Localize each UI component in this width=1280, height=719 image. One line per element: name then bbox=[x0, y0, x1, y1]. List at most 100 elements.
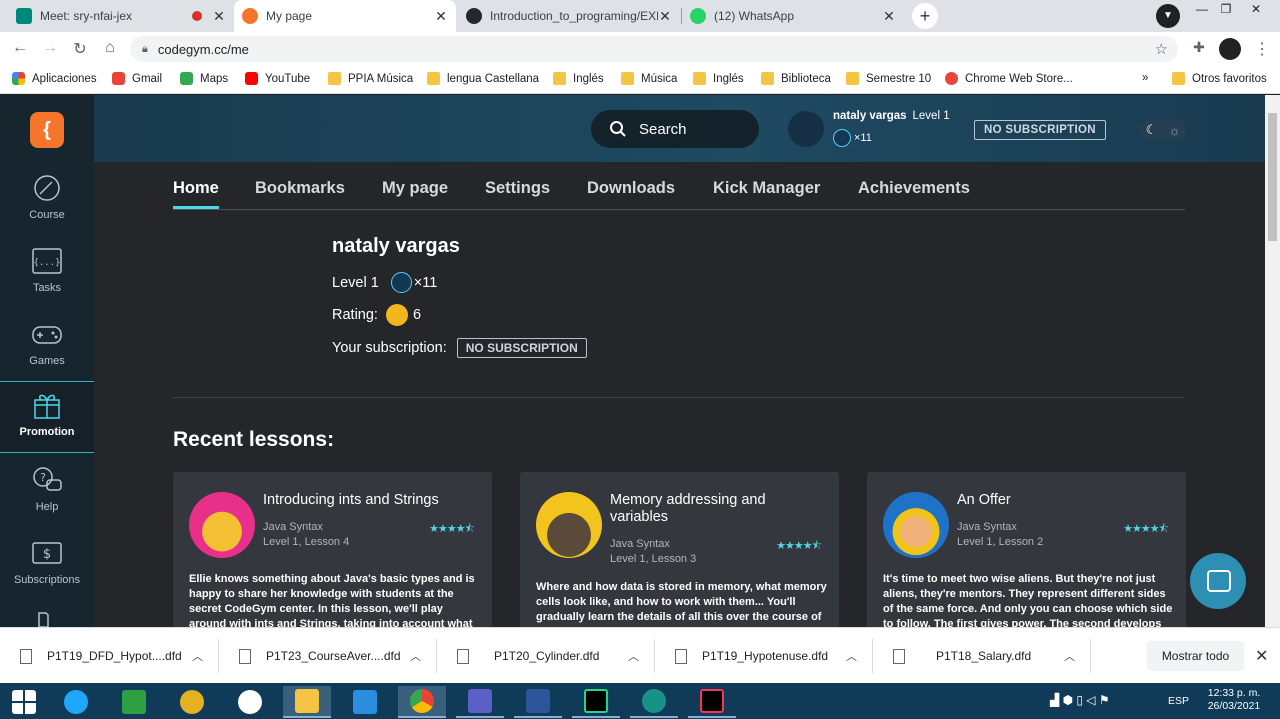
tab-bookmarks[interactable]: Bookmarks bbox=[255, 179, 345, 198]
page-scrollbar[interactable] bbox=[1265, 95, 1280, 627]
rating-value: 6 bbox=[412, 307, 422, 323]
bookmark-youtube[interactable]: YouTube bbox=[245, 72, 310, 85]
windows-start-icon[interactable] bbox=[0, 686, 48, 718]
restore-icon[interactable]: ❐ bbox=[1212, 0, 1240, 20]
sidebar-item-promotion[interactable]: Promotion bbox=[0, 381, 94, 453]
gitkraken-icon[interactable] bbox=[630, 686, 678, 718]
show-all-downloads-button[interactable]: Mostrar todo bbox=[1147, 641, 1244, 671]
tab-downloads[interactable]: Downloads bbox=[587, 179, 675, 198]
lesson-card[interactable]: Introducing ints and Strings Java Syntax… bbox=[173, 472, 492, 627]
bookmark-folder[interactable]: Biblioteca bbox=[761, 72, 831, 85]
chat-button[interactable] bbox=[1190, 553, 1246, 609]
download-item[interactable]: P1T23_CourseAver....dfd ︿ bbox=[219, 639, 437, 673]
bookmark-chrome-web-store[interactable]: Chrome Web Store... bbox=[945, 72, 1073, 85]
more-bookmarks-button[interactable]: » bbox=[1142, 72, 1148, 84]
lesson-title[interactable]: Introducing ints and Strings bbox=[263, 492, 475, 509]
teams-icon[interactable] bbox=[456, 686, 504, 718]
theme-toggle[interactable]: ☾ ☼ bbox=[1140, 119, 1186, 141]
chevron-up-icon[interactable]: ︿ bbox=[628, 648, 639, 664]
rocket-app-icon[interactable] bbox=[341, 686, 389, 718]
lesson-card[interactable]: An Offer Java Syntax ★★★★⯪ Level 1, Less… bbox=[867, 472, 1186, 627]
home-icon[interactable]: ⌂ bbox=[100, 39, 120, 57]
internet-explorer-icon[interactable] bbox=[52, 686, 100, 718]
tab-my-page[interactable]: My page bbox=[382, 179, 448, 198]
scrollbar-thumb[interactable] bbox=[1268, 113, 1277, 241]
close-tab-icon[interactable]: ✕ bbox=[658, 8, 672, 25]
download-item[interactable]: P1T19_Hypotenuse.dfd ︿ bbox=[655, 639, 873, 673]
subscription-badge[interactable]: NO SUBSCRIPTION bbox=[974, 120, 1106, 140]
chrome-icon[interactable] bbox=[398, 686, 446, 718]
intellij-run-icon[interactable] bbox=[572, 686, 620, 718]
header-user-name[interactable]: nataly vargas Level 1 bbox=[833, 110, 950, 122]
bookmark-folder[interactable]: PPIA Música bbox=[328, 72, 413, 85]
forward-icon[interactable]: → bbox=[40, 39, 60, 57]
chevron-up-icon[interactable]: ︿ bbox=[1064, 648, 1075, 664]
close-window-icon[interactable]: ✕ bbox=[1242, 0, 1270, 20]
store-icon[interactable] bbox=[110, 686, 158, 718]
intellij-icon[interactable] bbox=[688, 686, 736, 718]
hp-icon[interactable] bbox=[226, 686, 274, 718]
tab-kick-manager[interactable]: Kick Manager bbox=[713, 179, 820, 198]
word-icon[interactable] bbox=[514, 686, 562, 718]
close-tab-icon[interactable]: ✕ bbox=[434, 8, 448, 25]
bookmark-other[interactable]: Otros favoritos bbox=[1172, 72, 1267, 85]
lesson-title[interactable]: Memory addressing and variables bbox=[610, 492, 822, 526]
omnibox[interactable]: 🔒︎ codegym.cc/me ☆ bbox=[130, 36, 1178, 62]
tab-whatsapp[interactable]: (12) WhatsApp ✕ bbox=[682, 0, 904, 32]
tab-settings[interactable]: Settings bbox=[485, 179, 550, 198]
bookmark-folder[interactable]: Música bbox=[621, 72, 677, 85]
tab-my-page[interactable]: My page ✕ bbox=[234, 0, 456, 32]
level-icon bbox=[833, 129, 851, 147]
bookmark-folder[interactable]: Inglés bbox=[693, 72, 744, 85]
close-tab-icon[interactable]: ✕ bbox=[212, 8, 226, 25]
download-item[interactable]: P1T20_Cylinder.dfd ︿ bbox=[437, 639, 655, 673]
back-icon[interactable]: ← bbox=[10, 39, 30, 57]
tab-github[interactable]: Introduction_to_programing/EXE ✕ bbox=[458, 0, 680, 32]
extensions-icon[interactable]: ✚ bbox=[1189, 39, 1209, 56]
clock[interactable]: 12:33 p. m. 26/03/2021 bbox=[1202, 687, 1266, 713]
menu-icon[interactable]: ⋮ bbox=[1252, 39, 1272, 59]
medal-icon bbox=[385, 304, 408, 326]
star-icon[interactable]: ☆ bbox=[1155, 40, 1168, 58]
chevron-up-icon[interactable]: ︿ bbox=[846, 648, 857, 664]
media-app-icon[interactable] bbox=[168, 686, 216, 718]
avatar[interactable] bbox=[788, 111, 824, 147]
tab-achievements[interactable]: Achievements bbox=[858, 179, 970, 198]
tab-search-icon[interactable]: ▼ bbox=[1156, 4, 1180, 28]
close-tab-icon[interactable]: ✕ bbox=[882, 8, 896, 25]
new-tab-button[interactable]: + bbox=[912, 3, 938, 29]
sidebar-item-help[interactable]: ? Help bbox=[0, 465, 94, 537]
reload-icon[interactable]: ↻ bbox=[70, 39, 90, 59]
browser-tab-strip: Meet: sry-nfai-jex ✕ My page ✕ Introduct… bbox=[0, 0, 1280, 32]
close-downloads-icon[interactable]: ✕ bbox=[1255, 646, 1268, 666]
sidebar-item-subscriptions[interactable]: $ Subscriptions bbox=[0, 538, 94, 610]
codegym-logo[interactable]: { bbox=[30, 112, 64, 148]
subscription-badge[interactable]: NO SUBSCRIPTION bbox=[456, 338, 587, 358]
bookmark-folder[interactable]: lengua Castellana bbox=[427, 72, 539, 85]
tray-icons[interactable]: ▟ ⬢ ▯ ◁ ⚑ bbox=[1050, 694, 1110, 707]
bookmark-gmail[interactable]: Gmail bbox=[112, 72, 162, 85]
tab-home[interactable]: Home bbox=[173, 179, 219, 209]
lesson-card[interactable]: Memory addressing and variables Java Syn… bbox=[520, 472, 839, 627]
language-indicator[interactable]: ESP bbox=[1168, 695, 1189, 708]
bookmark-apps[interactable]: Aplicaciones bbox=[12, 72, 97, 85]
search-button[interactable]: Search bbox=[591, 110, 759, 148]
chevron-up-icon[interactable]: ︿ bbox=[410, 648, 421, 664]
bookmark-folder[interactable]: Semestre 10 bbox=[846, 72, 931, 85]
book-icon[interactable] bbox=[37, 611, 57, 627]
chevron-up-icon[interactable]: ︿ bbox=[192, 648, 203, 664]
download-item[interactable]: P1T18_Salary.dfd ︿ bbox=[873, 639, 1091, 673]
sidebar-item-tasks[interactable]: {...} Tasks bbox=[0, 246, 94, 318]
codegym-page: { Course {...} Tasks Games Promotion ? H… bbox=[0, 95, 1265, 627]
lesson-title[interactable]: An Offer bbox=[957, 492, 1169, 509]
bookmark-folder[interactable]: Inglés bbox=[553, 72, 604, 85]
folder-icon bbox=[1172, 72, 1185, 85]
download-item[interactable]: P1T19_DFD_Hypot....dfd ︿ bbox=[0, 639, 219, 673]
profile-avatar-icon[interactable] bbox=[1219, 38, 1241, 60]
sidebar-item-label: Tasks bbox=[32, 282, 62, 294]
file-explorer-icon[interactable] bbox=[283, 686, 331, 718]
folder-icon bbox=[846, 72, 859, 85]
sidebar-item-course[interactable]: Course bbox=[0, 173, 94, 245]
tab-meet[interactable]: Meet: sry-nfai-jex ✕ bbox=[8, 0, 234, 32]
bookmark-maps[interactable]: Maps bbox=[180, 72, 228, 85]
